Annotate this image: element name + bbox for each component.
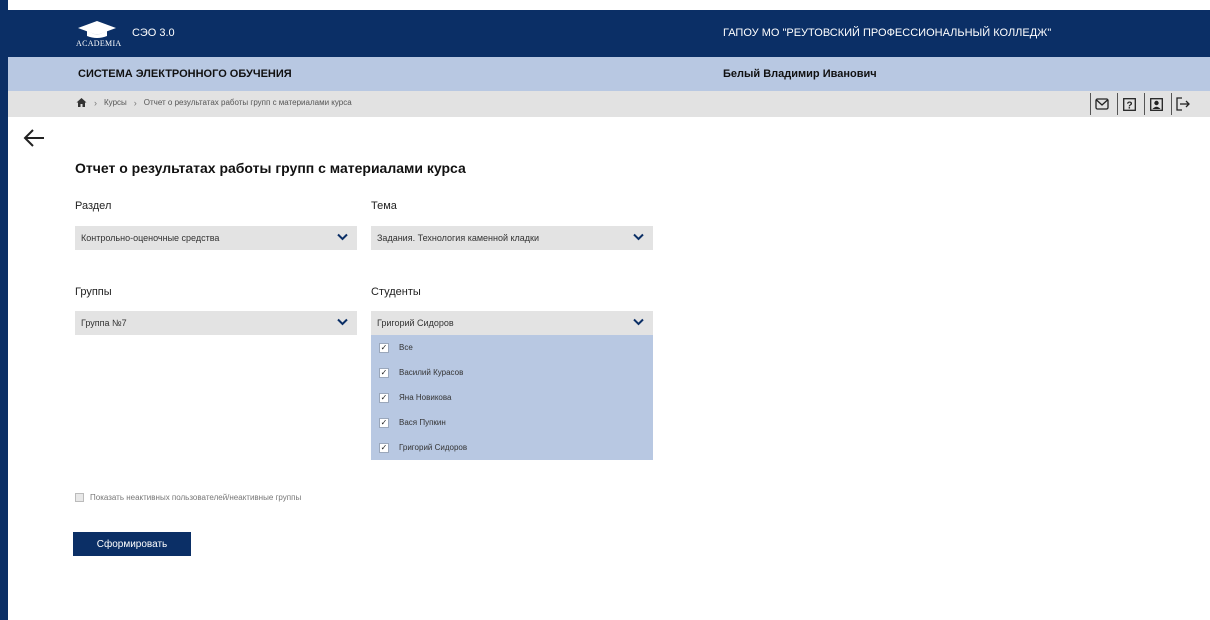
left-border	[0, 0, 8, 620]
logout-icon	[1176, 97, 1190, 111]
student-option[interactable]: ✓ Василий Курасов	[371, 360, 653, 385]
chevron-down-icon	[337, 318, 348, 326]
student-option-label: Все	[399, 343, 413, 352]
user-name[interactable]: Белый Владимир Иванович	[723, 68, 877, 80]
groups-label: Группы	[75, 286, 112, 298]
profile-icon	[1149, 97, 1163, 111]
groups-select[interactable]: Группа №7	[75, 311, 357, 335]
section-select[interactable]: Контрольно-оценочные средства	[75, 226, 357, 250]
help-button[interactable]: ?	[1117, 93, 1140, 115]
student-option-label: Василий Курасов	[399, 368, 464, 377]
chevron-down-icon	[337, 233, 348, 241]
sub-header: СИСТЕМА ЭЛЕКТРОННОГО ОБУЧЕНИЯ Белый Влад…	[8, 57, 1210, 91]
students-select[interactable]: Григорий Сидоров	[371, 311, 653, 335]
chevron-right-icon: ›	[133, 97, 137, 108]
topic-select-value: Задания. Технология каменной кладки	[377, 233, 540, 243]
app-name: СЭО 3.0	[132, 27, 175, 39]
back-button[interactable]	[22, 128, 46, 148]
student-option[interactable]: ✓ Григорий Сидоров	[371, 435, 653, 460]
breadcrumb: › Курсы › Отчет о результатах работы гру…	[76, 97, 352, 108]
chevron-right-icon: ›	[94, 97, 97, 108]
student-option-label: Григорий Сидоров	[399, 443, 468, 452]
checkbox[interactable]: ✓	[379, 442, 389, 453]
academia-logo[interactable]: ACADEMIA	[76, 19, 122, 49]
checkbox[interactable]: ✓	[379, 392, 389, 403]
generate-report-button[interactable]: Сформировать	[73, 532, 191, 556]
organization-name: ГАПОУ МО "РЕУТОВСКИЙ ПРОФЕССИОНАЛЬНЫЙ КО…	[723, 27, 1052, 39]
top-header: ACADEMIA СЭО 3.0 ГАПОУ МО "РЕУТОВСКИЙ ПР…	[8, 10, 1210, 57]
arrow-left-icon	[23, 129, 44, 147]
students-label: Студенты	[371, 286, 421, 298]
home-icon[interactable]	[76, 97, 87, 108]
logo-text: ACADEMIA	[76, 39, 122, 48]
page-title: Отчет о результатах работы групп с матер…	[75, 160, 466, 176]
students-select-value: Григорий Сидоров	[377, 318, 454, 328]
breadcrumb-item-current: Отчет о результатах работы групп с матер…	[143, 98, 352, 107]
logout-button[interactable]	[1171, 93, 1194, 115]
help-icon: ?	[1122, 97, 1136, 111]
breadcrumb-bar: › Курсы › Отчет о результатах работы гру…	[8, 91, 1210, 117]
show-inactive-checkbox[interactable]	[75, 493, 84, 502]
student-option[interactable]: ✓ Вася Пупкин	[371, 410, 653, 435]
topic-label: Тема	[371, 200, 397, 212]
section-select-value: Контрольно-оценочные средства	[81, 233, 220, 243]
mail-icon	[1095, 98, 1109, 110]
student-option-label: Яна Новикова	[399, 393, 452, 402]
profile-button[interactable]	[1144, 93, 1167, 115]
student-option-all[interactable]: ✓ Все	[371, 335, 653, 360]
toolbar: ?	[1088, 93, 1196, 115]
chevron-down-icon	[633, 233, 644, 241]
graduation-cap-icon	[78, 21, 116, 38]
student-option[interactable]: ✓ Яна Новикова	[371, 385, 653, 410]
student-option-label: Вася Пупкин	[399, 418, 446, 427]
students-dropdown-list: ✓ Все ✓ Василий Курасов ✓ Яна Новикова ✓…	[371, 335, 653, 460]
svg-text:?: ?	[1126, 100, 1132, 111]
show-inactive-label: Показать неактивных пользователей/неакти…	[90, 493, 302, 502]
show-inactive-toggle[interactable]: Показать неактивных пользователей/неакти…	[75, 493, 301, 502]
section-label: Раздел	[75, 200, 112, 212]
checkbox[interactable]: ✓	[379, 417, 389, 428]
mail-button[interactable]	[1090, 93, 1113, 115]
checkbox[interactable]: ✓	[379, 367, 389, 378]
checkbox[interactable]: ✓	[379, 342, 389, 353]
chevron-down-icon	[633, 318, 644, 326]
groups-select-value: Группа №7	[81, 318, 127, 328]
system-title: СИСТЕМА ЭЛЕКТРОННОГО ОБУЧЕНИЯ	[78, 68, 292, 80]
breadcrumb-item-courses[interactable]: Курсы	[104, 98, 127, 107]
topic-select[interactable]: Задания. Технология каменной кладки	[371, 226, 653, 250]
